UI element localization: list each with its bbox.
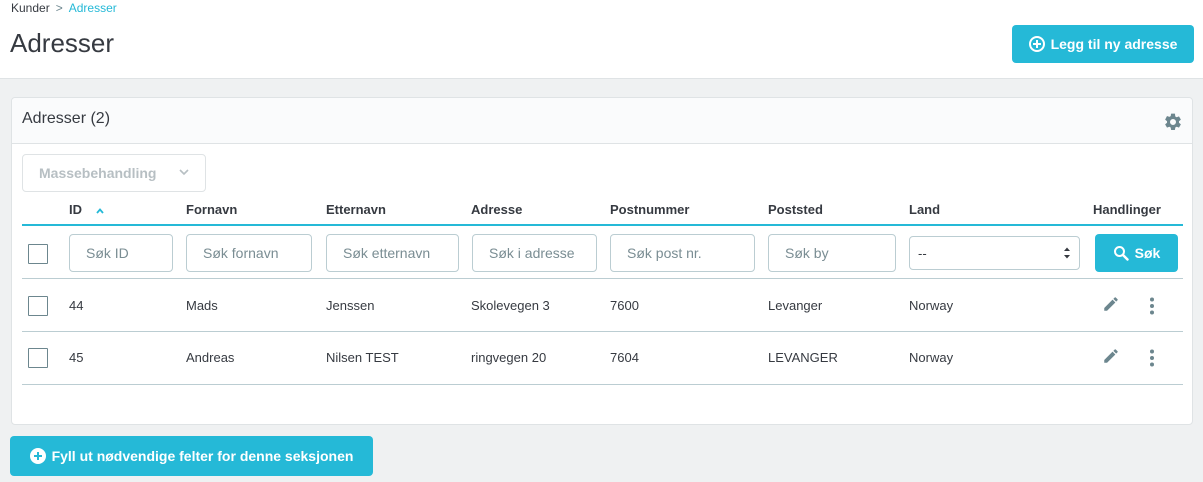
search-icon <box>1113 246 1129 261</box>
gear-icon[interactable] <box>1163 112 1183 132</box>
filter-country-select[interactable]: -- <box>909 236 1080 270</box>
column-header-address[interactable]: Adresse <box>471 202 522 217</box>
cell-postcode[interactable]: 7600 <box>610 298 639 313</box>
column-header-id-label: ID <box>69 202 82 217</box>
filter-country-value: -- <box>918 245 927 261</box>
filter-lastname-input[interactable] <box>326 234 459 272</box>
select-arrows-icon <box>1064 247 1070 259</box>
page-header: Kunder > Adresser Adresser Legg til ny a… <box>0 0 1203 79</box>
cell-postcode[interactable]: 7604 <box>610 350 639 365</box>
cell-id[interactable]: 44 <box>69 298 83 313</box>
cell-lastname[interactable]: Jenssen <box>326 298 374 313</box>
add-address-button[interactable]: Legg til ny adresse <box>1012 25 1194 63</box>
breadcrumb: Kunder > Adresser <box>11 1 117 15</box>
column-header-city[interactable]: Poststed <box>768 202 823 217</box>
sort-asc-icon[interactable] <box>95 207 104 214</box>
filter-address-input[interactable] <box>472 234 597 272</box>
cell-country[interactable]: Norway <box>909 350 953 365</box>
addresses-card: Adresser (2) Massebehandling ID Fornavn … <box>11 97 1193 425</box>
add-circle-icon <box>1028 36 1045 52</box>
filter-city-input[interactable] <box>768 234 896 272</box>
row-checkbox[interactable] <box>28 296 48 316</box>
filter-id-input[interactable] <box>69 234 173 272</box>
add-address-label: Legg til ny adresse <box>1050 36 1178 52</box>
breadcrumb-separator: > <box>55 1 63 15</box>
row-checkbox[interactable] <box>28 348 48 368</box>
select-all-checkbox[interactable] <box>28 244 48 264</box>
column-header-postcode[interactable]: Postnummer <box>610 202 689 217</box>
page-title: Adresser <box>10 28 115 58</box>
card-title: Adresser (2) <box>22 110 111 127</box>
cell-firstname[interactable]: Andreas <box>186 350 234 365</box>
column-header-country[interactable]: Land <box>909 202 940 217</box>
chevron-down-icon <box>179 169 189 176</box>
row-divider <box>22 331 1183 332</box>
cell-country[interactable]: Norway <box>909 298 953 313</box>
breadcrumb-parent[interactable]: Kunder <box>11 1 50 15</box>
card-header: Adresser (2) <box>12 98 1192 144</box>
column-header-firstname[interactable]: Fornavn <box>186 202 237 217</box>
more-actions-icon[interactable] <box>1149 349 1155 367</box>
cell-firstname[interactable]: Mads <box>186 298 218 313</box>
fill-required-fields-button[interactable]: Fyll ut nødvendige felter for denne seks… <box>10 436 373 476</box>
breadcrumb-current[interactable]: Adresser <box>69 1 117 15</box>
filter-firstname-input[interactable] <box>186 234 312 272</box>
cell-address[interactable]: ringvegen 20 <box>471 350 546 365</box>
column-header-actions: Handlinger <box>1093 202 1161 217</box>
add-circle-icon <box>29 448 46 464</box>
column-header-id[interactable]: ID <box>69 202 104 217</box>
more-actions-icon[interactable] <box>1149 297 1155 315</box>
filter-postcode-input[interactable] <box>610 234 755 272</box>
search-button-label: Søk <box>1134 245 1161 261</box>
bulk-actions-dropdown[interactable]: Massebehandling <box>22 154 206 192</box>
column-header-lastname[interactable]: Etternavn <box>326 202 386 217</box>
edit-pencil-icon[interactable] <box>1102 295 1120 313</box>
cell-id[interactable]: 45 <box>69 350 83 365</box>
cell-address[interactable]: Skolevegen 3 <box>471 298 550 313</box>
bulk-actions-label: Massebehandling <box>39 165 157 181</box>
cell-lastname[interactable]: Nilsen TEST <box>326 350 399 365</box>
cell-city[interactable]: LEVANGER <box>768 350 838 365</box>
edit-pencil-icon[interactable] <box>1102 347 1120 365</box>
cell-city[interactable]: Levanger <box>768 298 822 313</box>
search-button[interactable]: Søk <box>1095 234 1178 272</box>
row-divider <box>22 384 1183 385</box>
fill-required-fields-label: Fyll ut nødvendige felter for denne seks… <box>51 448 354 464</box>
